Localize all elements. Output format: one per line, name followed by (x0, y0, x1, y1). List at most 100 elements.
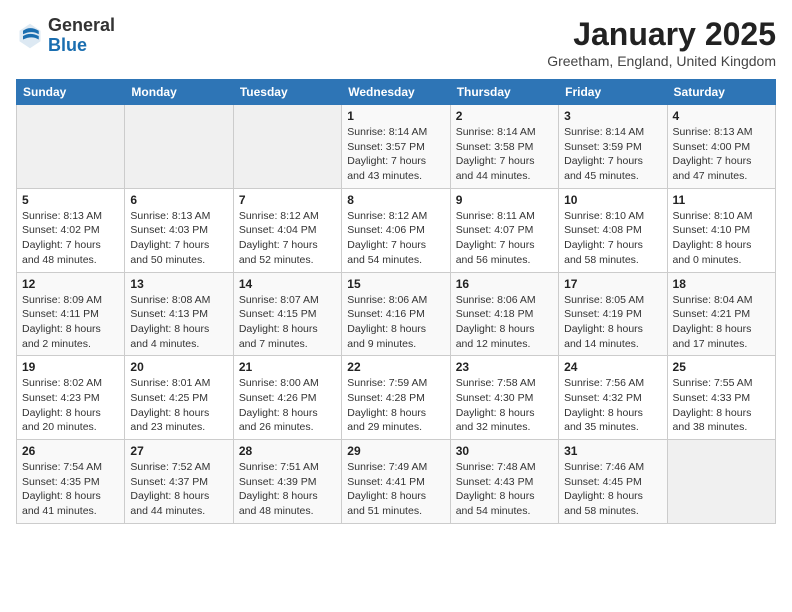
day-number: 13 (130, 277, 227, 291)
day-number: 15 (347, 277, 444, 291)
day-number: 30 (456, 444, 553, 458)
week-row-4: 19 Sunrise: 8:02 AMSunset: 4:23 PMDayligh… (17, 356, 776, 440)
calendar-cell: 2 Sunrise: 8:14 AMSunset: 3:58 PMDaylight… (450, 105, 558, 189)
day-header-tuesday: Tuesday (233, 80, 341, 105)
logo-text: General Blue (48, 16, 115, 56)
calendar-cell: 3Sunrise: 8:14 AMSunset: 3:59 PMDaylight… (559, 105, 667, 189)
day-number: 21 (239, 360, 336, 374)
calendar-cell: 1 Sunrise: 8:14 AMSunset: 3:57 PMDaylight… (342, 105, 450, 189)
day-info: Sunrise: 7:46 AMSunset: 4:45 PMDaylight:… (564, 460, 661, 519)
calendar-cell: 23Sunrise: 7:58 AMSunset: 4:30 PMDayligh… (450, 356, 558, 440)
day-number: 18 (673, 277, 770, 291)
day-info: Sunrise: 7:51 AMSunset: 4:39 PMDaylight:… (239, 460, 336, 519)
day-number: 4 (673, 109, 770, 123)
day-info: Sunrise: 7:59 AMSunset: 4:28 PMDaylight:… (347, 376, 444, 435)
calendar-cell: 19 Sunrise: 8:02 AMSunset: 4:23 PMDayligh… (17, 356, 125, 440)
day-info: Sunrise: 7:49 AMSunset: 4:41 PMDaylight:… (347, 460, 444, 519)
calendar-body: 1 Sunrise: 8:14 AMSunset: 3:57 PMDaylight… (17, 105, 776, 524)
logo-icon (16, 22, 44, 50)
day-number: 1 (347, 109, 444, 123)
calendar-cell (667, 440, 775, 524)
header-row: SundayMondayTuesdayWednesdayThursdayFrid… (17, 80, 776, 105)
logo: General Blue (16, 16, 115, 56)
day-number: 29 (347, 444, 444, 458)
calendar-cell: 22 Sunrise: 7:59 AMSunset: 4:28 PMDayligh… (342, 356, 450, 440)
calendar-cell: 26Sunrise: 7:54 AMSunset: 4:35 PMDayligh… (17, 440, 125, 524)
calendar-subtitle: Greetham, England, United Kingdom (547, 53, 776, 69)
day-number: 25 (673, 360, 770, 374)
calendar-cell (125, 105, 233, 189)
day-header-saturday: Saturday (667, 80, 775, 105)
day-info: Sunrise: 8:08 AMSunset: 4:13 PMDaylight:… (130, 293, 227, 352)
day-number: 16 (456, 277, 553, 291)
day-info: Sunrise: 7:58 AMSunset: 4:30 PMDaylight:… (456, 376, 553, 435)
day-info: Sunrise: 8:04 AMSunset: 4:21 PMDaylight:… (673, 293, 770, 352)
day-info: Sunrise: 7:56 AMSunset: 4:32 PMDaylight:… (564, 376, 661, 435)
day-number: 6 (130, 193, 227, 207)
day-number: 11 (673, 193, 770, 207)
week-row-2: 5 Sunrise: 8:13 AMSunset: 4:02 PMDaylight… (17, 188, 776, 272)
day-info: Sunrise: 8:14 AMSunset: 3:58 PMDaylight:… (456, 125, 553, 184)
calendar-cell: 15 Sunrise: 8:06 AMSunset: 4:16 PMDayligh… (342, 272, 450, 356)
day-number: 3 (564, 109, 661, 123)
day-header-sunday: Sunday (17, 80, 125, 105)
day-info: Sunrise: 8:13 AMSunset: 4:02 PMDaylight:… (22, 209, 119, 268)
calendar-cell: 12Sunrise: 8:09 AMSunset: 4:11 PMDayligh… (17, 272, 125, 356)
calendar-cell: 11 Sunrise: 8:10 AMSunset: 4:10 PMDayligh… (667, 188, 775, 272)
day-number: 28 (239, 444, 336, 458)
day-info: Sunrise: 8:14 AMSunset: 3:57 PMDaylight:… (347, 125, 444, 184)
day-info: Sunrise: 8:02 AMSunset: 4:23 PMDaylight:… (22, 376, 119, 435)
day-info: Sunrise: 7:48 AMSunset: 4:43 PMDaylight:… (456, 460, 553, 519)
week-row-5: 26Sunrise: 7:54 AMSunset: 4:35 PMDayligh… (17, 440, 776, 524)
calendar-cell: 25 Sunrise: 7:55 AMSunset: 4:33 PMDayligh… (667, 356, 775, 440)
calendar-cell: 20 Sunrise: 8:01 AMSunset: 4:25 PMDayligh… (125, 356, 233, 440)
day-info: Sunrise: 8:06 AMSunset: 4:16 PMDaylight:… (347, 293, 444, 352)
calendar-cell: 18 Sunrise: 8:04 AMSunset: 4:21 PMDayligh… (667, 272, 775, 356)
calendar-cell: 24 Sunrise: 7:56 AMSunset: 4:32 PMDayligh… (559, 356, 667, 440)
calendar-cell: 4Sunrise: 8:13 AMSunset: 4:00 PMDaylight… (667, 105, 775, 189)
day-info: Sunrise: 8:01 AMSunset: 4:25 PMDaylight:… (130, 376, 227, 435)
calendar-cell: 17Sunrise: 8:05 AMSunset: 4:19 PMDayligh… (559, 272, 667, 356)
day-number: 2 (456, 109, 553, 123)
week-row-1: 1 Sunrise: 8:14 AMSunset: 3:57 PMDaylight… (17, 105, 776, 189)
day-number: 31 (564, 444, 661, 458)
day-number: 24 (564, 360, 661, 374)
day-info: Sunrise: 8:10 AMSunset: 4:10 PMDaylight:… (673, 209, 770, 268)
day-number: 9 (456, 193, 553, 207)
day-info: Sunrise: 8:06 AMSunset: 4:18 PMDaylight:… (456, 293, 553, 352)
day-info: Sunrise: 7:52 AMSunset: 4:37 PMDaylight:… (130, 460, 227, 519)
calendar-cell: 28 Sunrise: 7:51 AMSunset: 4:39 PMDayligh… (233, 440, 341, 524)
day-header-monday: Monday (125, 80, 233, 105)
calendar-cell: 30 Sunrise: 7:48 AMSunset: 4:43 PMDayligh… (450, 440, 558, 524)
calendar-cell: 10Sunrise: 8:10 AMSunset: 4:08 PMDayligh… (559, 188, 667, 272)
day-info: Sunrise: 8:12 AMSunset: 4:06 PMDaylight:… (347, 209, 444, 268)
calendar-cell: 14 Sunrise: 8:07 AMSunset: 4:15 PMDayligh… (233, 272, 341, 356)
day-number: 26 (22, 444, 119, 458)
calendar-cell: 29 Sunrise: 7:49 AMSunset: 4:41 PMDayligh… (342, 440, 450, 524)
calendar-cell: 7Sunrise: 8:12 AMSunset: 4:04 PMDaylight… (233, 188, 341, 272)
day-info: Sunrise: 8:00 AMSunset: 4:26 PMDaylight:… (239, 376, 336, 435)
day-info: Sunrise: 8:09 AMSunset: 4:11 PMDaylight:… (22, 293, 119, 352)
day-number: 7 (239, 193, 336, 207)
week-row-3: 12Sunrise: 8:09 AMSunset: 4:11 PMDayligh… (17, 272, 776, 356)
day-info: Sunrise: 8:11 AMSunset: 4:07 PMDaylight:… (456, 209, 553, 268)
calendar-title: January 2025 (547, 16, 776, 53)
calendar-cell: 16 Sunrise: 8:06 AMSunset: 4:18 PMDayligh… (450, 272, 558, 356)
day-number: 5 (22, 193, 119, 207)
day-info: Sunrise: 8:07 AMSunset: 4:15 PMDaylight:… (239, 293, 336, 352)
calendar-cell: 27Sunrise: 7:52 AMSunset: 4:37 PMDayligh… (125, 440, 233, 524)
calendar-cell: 8Sunrise: 8:12 AMSunset: 4:06 PMDaylight… (342, 188, 450, 272)
calendar-table: SundayMondayTuesdayWednesdayThursdayFrid… (16, 79, 776, 524)
calendar-cell: 13 Sunrise: 8:08 AMSunset: 4:13 PMDayligh… (125, 272, 233, 356)
calendar-cell: 31 Sunrise: 7:46 AMSunset: 4:45 PMDayligh… (559, 440, 667, 524)
day-number: 22 (347, 360, 444, 374)
day-header-thursday: Thursday (450, 80, 558, 105)
calendar-header: SundayMondayTuesdayWednesdayThursdayFrid… (17, 80, 776, 105)
day-number: 20 (130, 360, 227, 374)
page-header: General Blue January 2025 Greetham, Engl… (16, 16, 776, 69)
day-info: Sunrise: 7:55 AMSunset: 4:33 PMDaylight:… (673, 376, 770, 435)
day-number: 19 (22, 360, 119, 374)
day-number: 14 (239, 277, 336, 291)
day-header-friday: Friday (559, 80, 667, 105)
day-number: 17 (564, 277, 661, 291)
